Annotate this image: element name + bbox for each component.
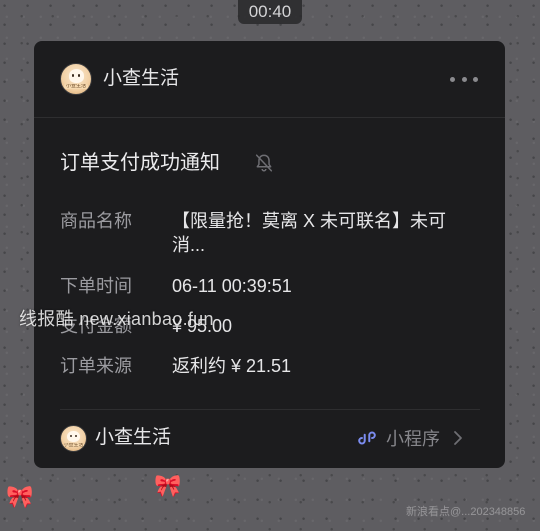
field-value: 06-11 00:39:51 [172,276,292,296]
card-header: 小查生活 小查生活 [34,41,505,118]
notification-title: 订单支付成功通知 [60,152,220,174]
field-label: 下单时间 [60,276,132,296]
more-dots-icon[interactable] [450,76,478,82]
mini-program-link[interactable]: 小程序 [356,426,464,450]
field-value: 返利约 ¥ 21.51 [172,356,292,376]
footer-divider [60,409,480,410]
field-label: 订单来源 [60,356,132,376]
mini-program-label: 小程序 [386,429,440,449]
avatar-label: 小查生活 [63,442,84,447]
brand-avatar[interactable]: 小查生活 [60,63,92,95]
mini-program-icon [358,431,376,445]
footer-brand-avatar[interactable]: 小查生活 [60,425,87,452]
service-notification-card[interactable]: 小查生活 小查生活 订单支付成功通知 商品名称 【限量抢！莫离 X 未可联名】未… [34,41,505,468]
chevron-right-icon [454,431,462,445]
bow-decoration: 🎀 [154,473,182,498]
corner-watermark: 新浪看点@...202348856 [406,506,526,518]
field-row-product: 商品名称 【限量抢！莫离 X 未可联名】未可消... [60,209,480,259]
chat-timestamp: 00:40 [238,0,302,24]
avatar-label: 小查生活 [64,83,88,90]
bell-muted-icon[interactable] [253,152,275,174]
watermark-text: 线报酷 new.xianbao.fun [19,309,214,329]
field-label: 商品名称 [60,211,132,231]
bow-decoration: 🎀 [6,484,34,509]
field-value: 【限量抢！莫离 X 未可联名】未可消... [172,211,447,255]
footer-brand-name[interactable]: 小查生活 [95,426,171,450]
brand-name[interactable]: 小查生活 [103,67,179,91]
field-value: ¥ 95.00 [172,316,233,336]
